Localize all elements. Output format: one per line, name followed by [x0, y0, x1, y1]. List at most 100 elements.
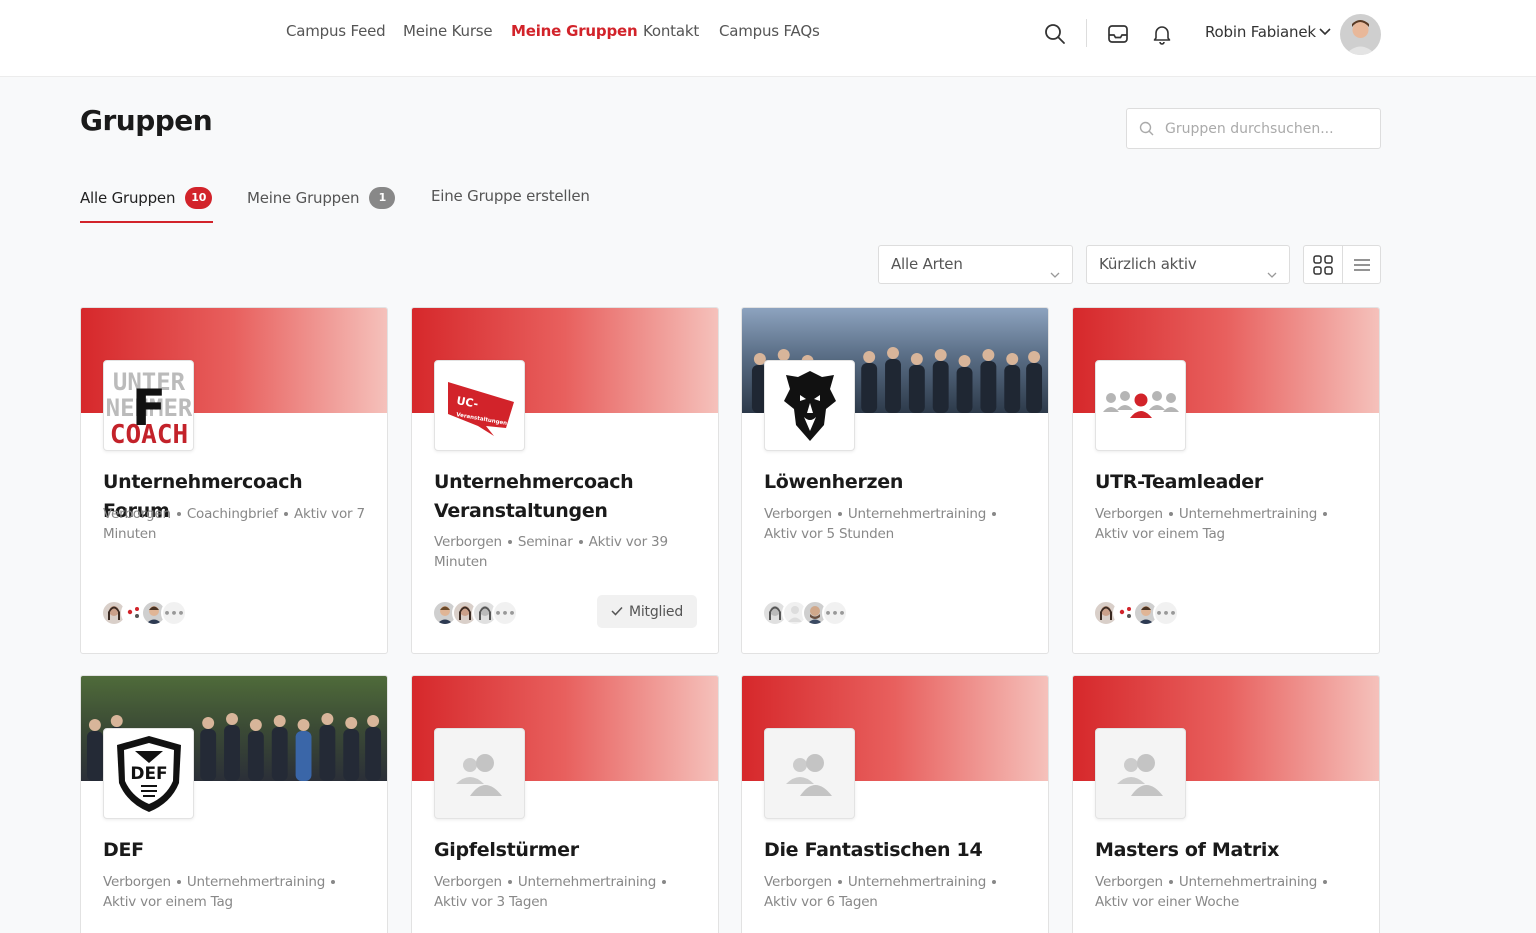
- group-activity: Aktiv vor einem Tag: [103, 894, 233, 910]
- group-card-unternehmercoach-forum[interactable]: UNTER NEHMER COACH F Unternehmercoach Fo…: [80, 307, 388, 654]
- group-activity: Aktiv vor 3 Tagen: [434, 894, 548, 910]
- group-card-die-fantastischen-14[interactable]: Die Fantastischen 14 Verborgen Unternehme…: [741, 675, 1049, 933]
- more-members-button[interactable]: •••: [822, 600, 848, 626]
- group-card-unternehmercoach-veranstaltungen[interactable]: UC- Veranstaltungen Unternehmercoach Ver…: [411, 307, 719, 654]
- default-group-icon: [434, 728, 525, 819]
- group-type: Unternehmertraining: [847, 874, 987, 890]
- group-card-loewenherzen[interactable]: Löwenherzen Verborgen Unternehmertraining…: [741, 307, 1049, 654]
- svg-text:F: F: [131, 379, 165, 437]
- def-shield-logo: DEF: [103, 728, 194, 819]
- check-icon: [611, 604, 623, 620]
- nav-kontakt[interactable]: Kontakt: [643, 22, 699, 40]
- member-avatars: •••: [432, 600, 518, 626]
- count-badge: 1: [369, 187, 396, 209]
- group-meta: Verborgen Unternehmertraining Aktiv vor ei…: [1095, 872, 1365, 912]
- group-visibility: Verborgen: [434, 874, 502, 890]
- type-filter-select[interactable]: Alle Arten: [878, 245, 1073, 284]
- list-view-icon[interactable]: [1343, 246, 1381, 283]
- count-badge: 10: [185, 187, 213, 209]
- tab-alle-gruppen[interactable]: Alle Gruppen 10: [80, 187, 213, 209]
- member-avatars: •••: [762, 600, 848, 626]
- chevron-down-icon[interactable]: [1318, 25, 1332, 39]
- group-type: Coachingbrief: [186, 506, 278, 522]
- group-card-utr-teamleader[interactable]: UTR-Teamleader Verborgen Unternehmertrain…: [1072, 307, 1380, 654]
- group-meta: Verborgen Coachingbrief Aktiv vor 7 Minute…: [103, 504, 373, 544]
- group-visibility: Verborgen: [764, 506, 832, 522]
- group-visibility: Verborgen: [434, 534, 502, 550]
- more-members-button[interactable]: •••: [161, 600, 187, 626]
- group-type: Unternehmertraining: [517, 874, 657, 890]
- group-meta: Verborgen Unternehmertraining Aktiv vor 5 …: [764, 504, 1034, 544]
- top-navigation-bar: Campus Feed Meine Kurse Meine Gruppen Ko…: [0, 0, 1536, 77]
- group-type: Seminar: [517, 534, 573, 550]
- group-meta: Verborgen Unternehmertraining Aktiv vor ei…: [1095, 504, 1365, 544]
- group-meta: Verborgen Unternehmertraining Aktiv vor ei…: [103, 872, 373, 912]
- group-meta: Verborgen Unternehmertraining Aktiv vor 3 …: [434, 872, 704, 912]
- group-visibility: Verborgen: [103, 506, 171, 522]
- team-group-icon: [1095, 360, 1186, 451]
- active-tab-indicator: [80, 221, 213, 223]
- group-card-gipfelstuermer[interactable]: Gipfelstürmer Verborgen Unternehmertraini…: [411, 675, 719, 933]
- nav-meine-gruppen[interactable]: Meine Gruppen: [511, 22, 638, 40]
- avatar[interactable]: [1340, 14, 1381, 55]
- group-type: Unternehmertraining: [847, 506, 987, 522]
- tab-label: Alle Gruppen: [80, 189, 176, 207]
- group-search: [1126, 108, 1381, 149]
- group-meta: Verborgen Unternehmertraining Aktiv vor 6 …: [764, 872, 1034, 912]
- nav-campus-feed[interactable]: Campus Feed: [286, 22, 386, 40]
- grid-view-icon[interactable]: [1304, 246, 1342, 283]
- group-visibility: Verborgen: [103, 874, 171, 890]
- tab-gruppe-erstellen[interactable]: Eine Gruppe erstellen: [431, 187, 590, 205]
- nav-meine-kurse[interactable]: Meine Kurse: [403, 22, 493, 40]
- group-title[interactable]: Gipfelstürmer: [434, 836, 704, 865]
- group-title[interactable]: Unternehmercoach Veranstaltungen: [434, 468, 704, 526]
- user-name[interactable]: Robin Fabianek: [1205, 23, 1316, 41]
- member-status-button[interactable]: Mitglied: [597, 595, 697, 628]
- lion-logo: [764, 360, 855, 451]
- group-title[interactable]: Masters of Matrix: [1095, 836, 1365, 865]
- group-title[interactable]: Löwenherzen: [764, 468, 1034, 497]
- group-meta: Verborgen Seminar Aktiv vor 39 Minuten: [434, 532, 704, 572]
- type-filter-value: Alle Arten: [891, 255, 963, 273]
- search-icon[interactable]: [1043, 22, 1067, 46]
- tab-label: Meine Gruppen: [247, 189, 360, 207]
- group-activity: Aktiv vor 6 Tagen: [764, 894, 878, 910]
- chevron-down-icon: [1267, 255, 1277, 292]
- unternehmer-coach-forum-logo: UNTER NEHMER COACH F: [103, 360, 194, 451]
- group-type: Unternehmertraining: [186, 874, 326, 890]
- inbox-icon[interactable]: [1106, 22, 1130, 46]
- group-activity: Aktiv vor 5 Stunden: [764, 526, 894, 542]
- group-type: Unternehmertraining: [1178, 874, 1318, 890]
- search-input[interactable]: [1165, 109, 1370, 148]
- header-divider: [1086, 19, 1087, 47]
- uc-veranstaltungen-logo: UC- Veranstaltungen: [434, 360, 525, 451]
- group-type: Unternehmertraining: [1178, 506, 1318, 522]
- member-avatars: •••: [1093, 600, 1179, 626]
- group-visibility: Verborgen: [764, 874, 832, 890]
- group-title[interactable]: UTR-Teamleader: [1095, 468, 1365, 497]
- more-members-button[interactable]: •••: [1153, 600, 1179, 626]
- default-group-icon: [1095, 728, 1186, 819]
- default-group-icon: [764, 728, 855, 819]
- search-icon: [1139, 121, 1154, 140]
- chevron-down-icon: [1050, 255, 1060, 292]
- page-title: Gruppen: [80, 104, 213, 137]
- group-card-def[interactable]: DEF DEF Verborgen Unternehmertraining Akti…: [80, 675, 388, 933]
- sort-value: Kürzlich aktiv: [1099, 255, 1197, 273]
- member-status-label: Mitglied: [628, 603, 684, 620]
- sort-select[interactable]: Kürzlich aktiv: [1086, 245, 1290, 284]
- bell-icon[interactable]: [1150, 22, 1174, 46]
- group-visibility: Verborgen: [1095, 874, 1163, 890]
- tab-meine-gruppen[interactable]: Meine Gruppen 1: [247, 187, 396, 209]
- group-card-masters-of-matrix[interactable]: Masters of Matrix Verborgen Unternehmertr…: [1072, 675, 1380, 933]
- group-visibility: Verborgen: [1095, 506, 1163, 522]
- group-activity: Aktiv vor einer Woche: [1095, 894, 1240, 910]
- view-toggle: [1303, 245, 1381, 284]
- more-members-button[interactable]: •••: [492, 600, 518, 626]
- def-logo-text: DEF: [130, 764, 167, 784]
- nav-campus-faqs[interactable]: Campus FAQs: [719, 22, 820, 40]
- tab-label: Eine Gruppe erstellen: [431, 187, 590, 205]
- member-avatars: •••: [101, 600, 187, 626]
- group-title[interactable]: DEF: [103, 836, 373, 865]
- group-title[interactable]: Die Fantastischen 14: [764, 836, 1034, 865]
